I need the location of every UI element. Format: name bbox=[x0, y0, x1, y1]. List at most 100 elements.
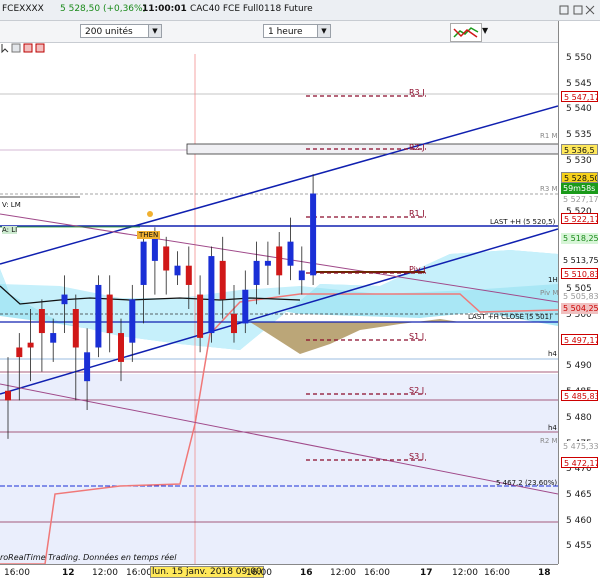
last-close-annotation: LAST +H CLOSE (5 501) bbox=[468, 313, 552, 321]
candle-body bbox=[16, 347, 23, 358]
candle-body bbox=[242, 289, 249, 324]
interval-select[interactable]: 1 heure ▼ bbox=[263, 24, 331, 38]
candle-body bbox=[287, 241, 294, 266]
price-label-5518: 5 518,25 bbox=[561, 233, 598, 244]
lower-zone bbox=[0, 374, 558, 564]
candle-body bbox=[5, 390, 11, 401]
y-tick: 5 460 bbox=[566, 515, 592, 526]
r1-price-label: 5 522,17 bbox=[561, 213, 598, 224]
chevron-down-icon[interactable]: ▼ bbox=[482, 26, 488, 35]
y-tick: 5 545 bbox=[566, 78, 592, 89]
window-icons[interactable] bbox=[556, 4, 596, 16]
r3-label: R3 J bbox=[409, 88, 425, 97]
v-lm-label: V: LM bbox=[2, 201, 21, 209]
candle-body bbox=[151, 236, 158, 261]
candle-body bbox=[208, 256, 215, 334]
h4-marker-b: h4 bbox=[548, 424, 557, 432]
h4-marker-a: h4 bbox=[548, 350, 557, 358]
title-bar: FCEXXXX 5 528,50 (+0,36%) 11:00:01 CAC40… bbox=[0, 0, 600, 21]
x-tick: 16 bbox=[300, 568, 313, 578]
candle-body bbox=[118, 333, 124, 362]
r3-price-label: 5 547,17 bbox=[561, 91, 598, 102]
s2-label: S2 J bbox=[409, 386, 425, 395]
candle-body bbox=[27, 342, 34, 348]
delete-icon[interactable] bbox=[35, 43, 45, 53]
x-tick: 18 bbox=[538, 568, 551, 578]
s1-price-label: 5 497,17 bbox=[561, 334, 598, 345]
fib-annotation: 5 467,2 (23,60%) bbox=[496, 479, 558, 487]
units-value: 200 unités bbox=[85, 27, 133, 37]
zoom-icon[interactable] bbox=[11, 43, 21, 53]
price-chart[interactable] bbox=[0, 54, 558, 564]
y-tick: 5 455 bbox=[566, 541, 592, 552]
piv-m-marker: Piv M bbox=[540, 289, 559, 297]
candle-body bbox=[140, 241, 147, 285]
r1-m-marker: R1 M bbox=[540, 132, 558, 140]
piv-price-label: 5 510,83 bbox=[561, 268, 598, 279]
candle-body bbox=[38, 309, 45, 334]
candle-body bbox=[84, 352, 91, 382]
candle-body bbox=[106, 294, 113, 334]
y-tick: 5 550 bbox=[566, 53, 592, 63]
piv-label: Piv J bbox=[409, 265, 426, 274]
chart-type-icon[interactable] bbox=[450, 23, 482, 42]
cursor-icon[interactable] bbox=[1, 44, 9, 54]
current-price: 5 528,50 bbox=[561, 172, 598, 183]
interval-value: 1 heure bbox=[268, 27, 303, 37]
candle-body bbox=[174, 265, 181, 276]
s3-price-label: 5 472,17 bbox=[561, 457, 598, 468]
candle-body bbox=[219, 260, 226, 300]
candle-body bbox=[129, 299, 136, 343]
r2-price-label: 5 536,5 bbox=[561, 144, 598, 155]
price-change: 5 528,50 (+0,36%) bbox=[60, 4, 147, 14]
x-tick: 16:00 bbox=[126, 568, 152, 578]
chart-toolbar: 200 unités ▼ 1 heure ▼ ▼ bbox=[0, 21, 600, 43]
x-tick: 12:00 bbox=[92, 568, 118, 578]
r2-label: R2 J bbox=[409, 143, 425, 152]
candle-body bbox=[264, 260, 271, 266]
h1-marker: 1H bbox=[548, 276, 558, 284]
x-tick: 12:00 bbox=[330, 568, 356, 578]
s2-price-label: 5 485,83 bbox=[561, 390, 598, 401]
y-tick: 5 465 bbox=[566, 489, 592, 500]
chevron-down-icon: ▼ bbox=[148, 25, 161, 37]
footer-text: roRealTime Trading. Données en temps rée… bbox=[0, 553, 177, 562]
candle-body bbox=[298, 270, 305, 281]
x-tick: 12:00 bbox=[452, 568, 478, 578]
x-tick: 16:00 bbox=[364, 568, 390, 578]
y-tick: 5 530 bbox=[566, 155, 592, 166]
price-label-5513: 5 513,75 bbox=[561, 255, 598, 266]
x-tick: 16:00 bbox=[4, 568, 30, 578]
drawing-tools bbox=[0, 42, 60, 54]
time: 11:00:01 bbox=[142, 4, 187, 14]
r2-m-marker: R2 M bbox=[540, 437, 558, 445]
s3-label: S3 J bbox=[409, 452, 425, 461]
candle-body bbox=[197, 294, 204, 338]
then-label: THEN bbox=[137, 231, 161, 239]
y-tick: 5 540 bbox=[566, 104, 592, 115]
r3-m-marker: R3 M bbox=[540, 185, 558, 193]
candle-body bbox=[72, 309, 79, 348]
candle-body bbox=[253, 260, 260, 285]
units-select[interactable]: 200 unités ▼ bbox=[80, 24, 162, 38]
r1-label: R1 J bbox=[409, 209, 425, 218]
candle-body bbox=[185, 265, 192, 285]
price-label-5504: 5 504,25 bbox=[561, 303, 598, 314]
candle-body bbox=[61, 294, 68, 305]
x-tick: 17 bbox=[420, 568, 433, 578]
last-high-annotation: LAST +H (5 520,5) bbox=[490, 218, 556, 226]
cloud-brown bbox=[250, 319, 460, 354]
candle-body bbox=[50, 333, 57, 343]
candle-body bbox=[310, 193, 317, 276]
countdown: 59m58s bbox=[561, 183, 598, 194]
candle-body bbox=[163, 246, 170, 271]
symbol[interactable]: FCEXXXX bbox=[2, 4, 44, 14]
price-label-5475: 5 475,33 bbox=[561, 441, 598, 452]
x-tick: 16:00 bbox=[484, 568, 510, 578]
y-tick: 5 535 bbox=[566, 130, 592, 141]
price-label-5505: 5 505,83 bbox=[561, 291, 598, 302]
bookmark-icon[interactable] bbox=[23, 43, 33, 53]
time-axis[interactable]: 16:00 12 12:00 16:00 lun. 15 janv. 2018 … bbox=[0, 564, 558, 581]
candle-body bbox=[276, 246, 283, 276]
y-tick: 5 480 bbox=[566, 412, 592, 423]
